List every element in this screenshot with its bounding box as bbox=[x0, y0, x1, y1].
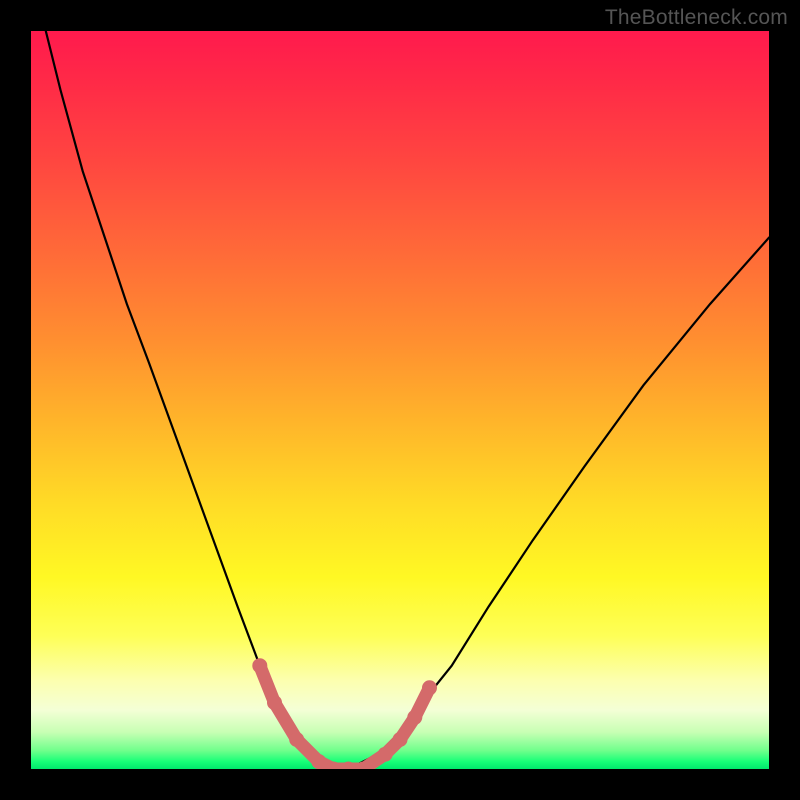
curve-layer bbox=[31, 31, 769, 769]
highlight-marker-dot bbox=[378, 747, 393, 762]
highlight-marker-dot bbox=[311, 754, 326, 769]
highlight-marker-dot bbox=[252, 658, 267, 673]
highlight-marker-dot bbox=[393, 732, 408, 747]
highlight-marker-dot bbox=[267, 695, 282, 710]
watermark-text: TheBottleneck.com bbox=[605, 6, 788, 30]
highlight-marker-dot bbox=[422, 680, 437, 695]
highlight-marker-dot bbox=[289, 732, 304, 747]
highlight-marker-path bbox=[260, 666, 430, 769]
outer-frame: TheBottleneck.com bbox=[0, 0, 800, 800]
highlight-marker-dot bbox=[407, 710, 422, 725]
plot-area bbox=[31, 31, 769, 769]
bottleneck-curve bbox=[46, 31, 769, 769]
